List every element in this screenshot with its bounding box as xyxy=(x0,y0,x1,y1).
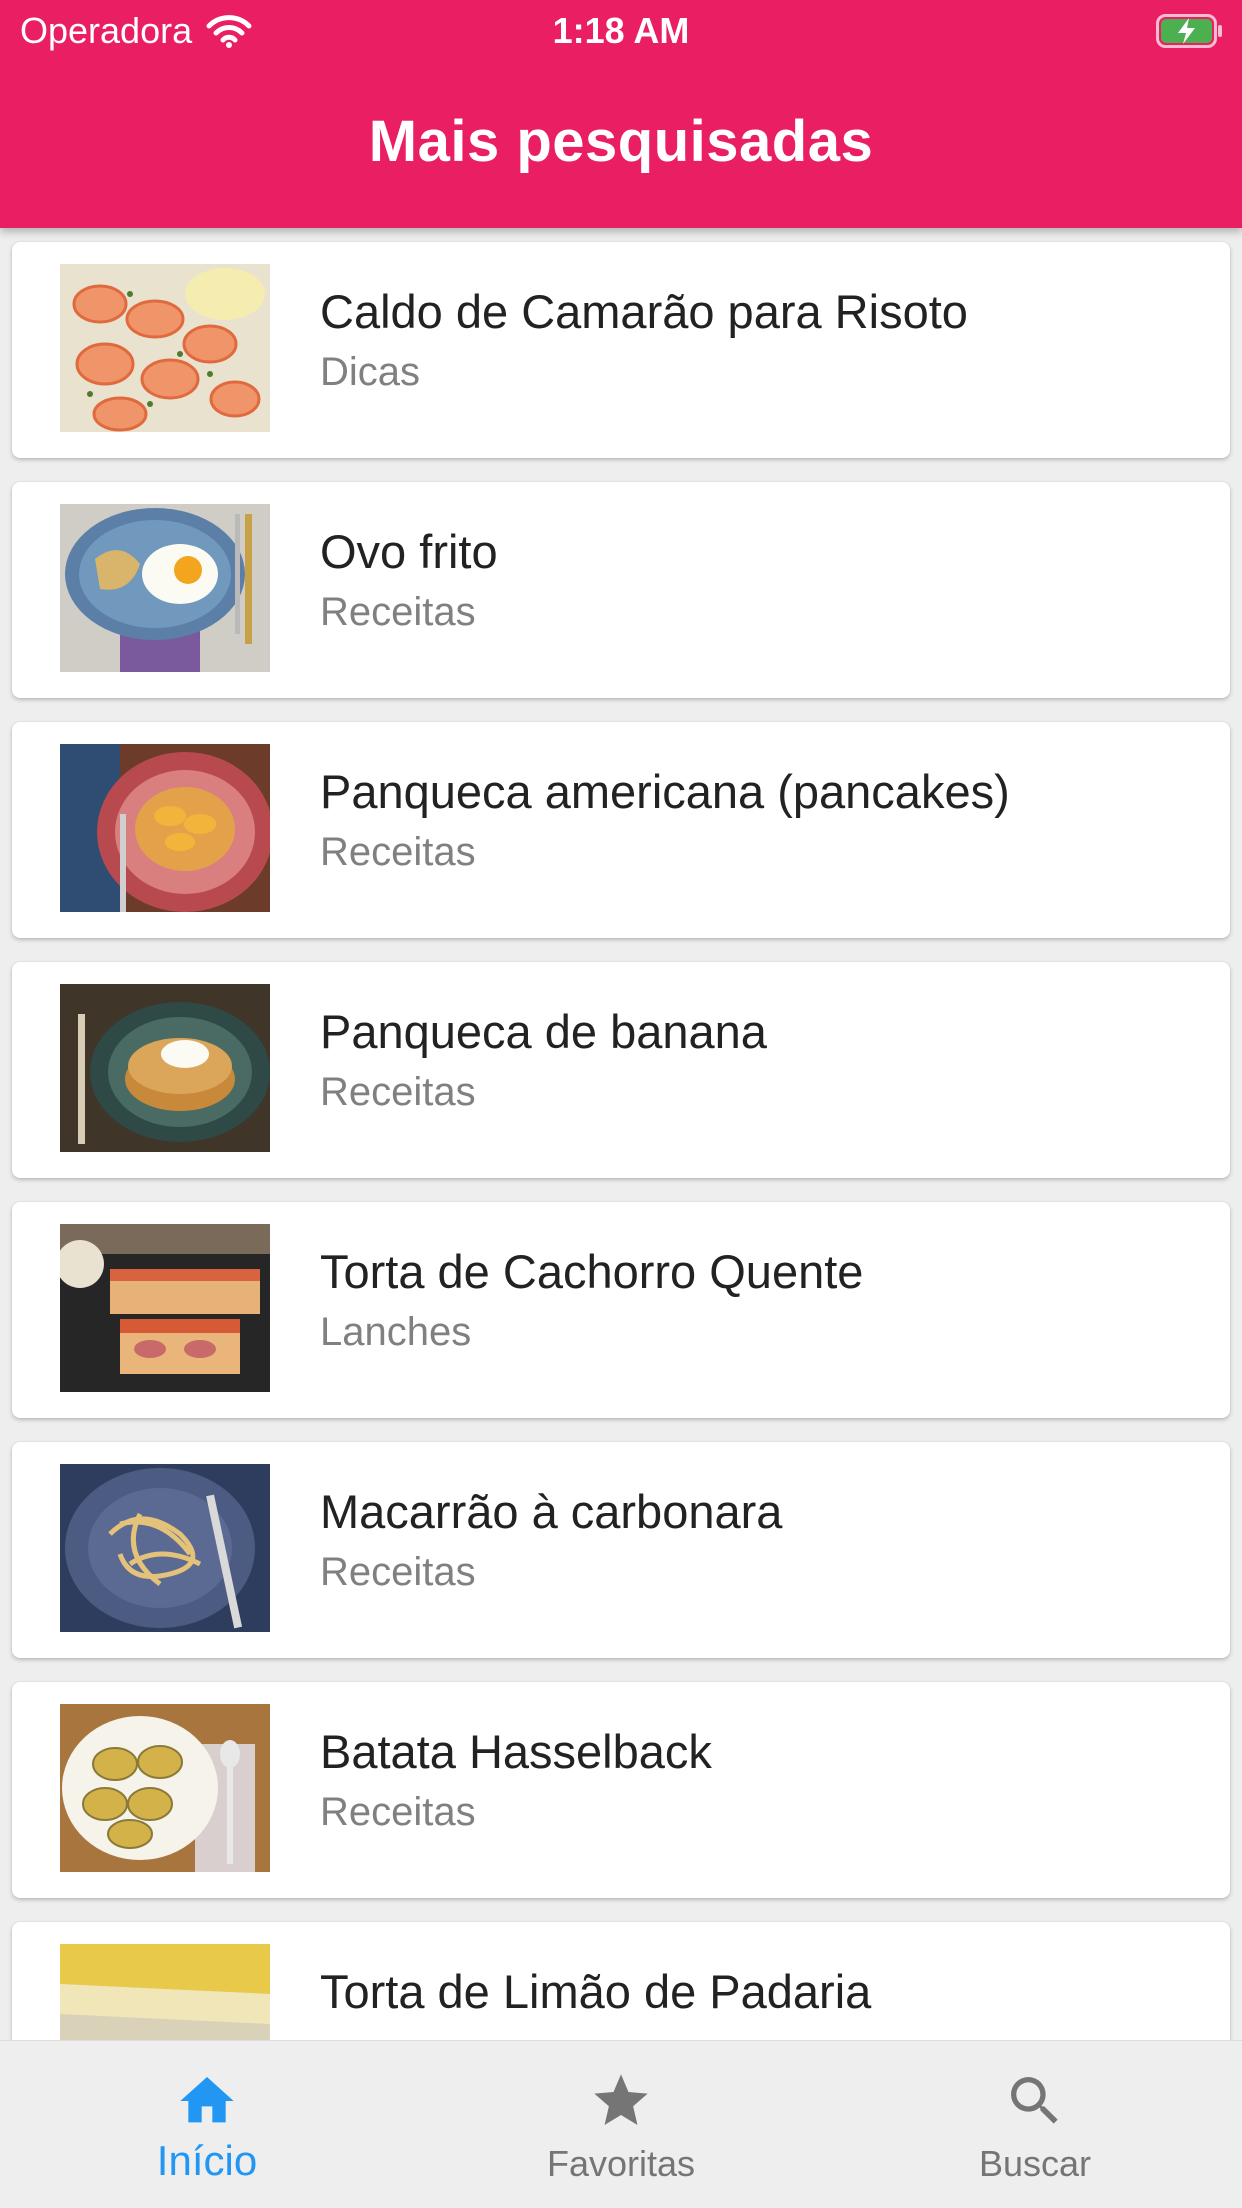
recipe-title: Torta de Cachorro Quente xyxy=(320,1245,864,1298)
recipe-title: Torta de Limão de Padaria xyxy=(320,1965,872,2018)
nav-label-buscar: Buscar xyxy=(978,2143,1092,2184)
recipe-title: Panqueca de banana xyxy=(320,1005,767,1058)
status-time: 1:18 AM xyxy=(552,10,690,51)
recipe-category: Dicas xyxy=(320,350,421,394)
star-icon xyxy=(594,2074,648,2125)
recipe-card[interactable]: Batata Hasselback Receitas xyxy=(12,1682,1230,1898)
recipe-category: Receitas xyxy=(320,830,476,874)
home-icon xyxy=(180,2077,234,2123)
recipe-list: Caldo de Camarão para Risoto Dicas Ovo f… xyxy=(0,228,1242,2040)
search-icon xyxy=(1011,2077,1058,2124)
status-bar: Operadora 1:18 AM xyxy=(0,0,1242,60)
bottom-navigation: Início Favoritas Buscar xyxy=(0,2040,1242,2208)
recipe-title: Ovo frito xyxy=(320,525,498,578)
recipe-title: Batata Hasselback xyxy=(320,1725,712,1778)
battery-icon xyxy=(1156,14,1224,48)
recipe-category: Receitas xyxy=(320,1070,476,1114)
nav-label-inicio: Início xyxy=(156,2137,258,2184)
nav-item-inicio[interactable]: Início xyxy=(0,2041,414,2208)
recipe-thumbnail-lemon-pie xyxy=(60,1944,270,2040)
recipe-thumbnail-fried-egg xyxy=(60,504,270,672)
recipe-thumbnail-banana-pancake xyxy=(60,984,270,1152)
recipe-card[interactable]: Caldo de Camarão para Risoto Dicas xyxy=(12,242,1230,458)
recipe-card[interactable]: Ovo frito Receitas xyxy=(12,482,1230,698)
app-header: Operadora 1:18 AM Mais pesquisadas xyxy=(0,0,1242,228)
recipe-title: Panqueca americana (pancakes) xyxy=(320,765,1010,818)
recipe-category: Receitas xyxy=(320,1550,476,1594)
nav-label-favoritas: Favoritas xyxy=(546,2143,696,2184)
recipe-thumbnail-pancakes xyxy=(60,744,270,912)
recipe-card[interactable]: Panqueca americana (pancakes) Receitas xyxy=(12,722,1230,938)
nav-item-favoritas[interactable]: Favoritas xyxy=(414,2041,828,2208)
recipe-list-container[interactable]: Caldo de Camarão para Risoto Dicas Ovo f… xyxy=(0,228,1242,2040)
recipe-thumbnail-hotdog-pie xyxy=(60,1224,270,1392)
recipe-thumbnail-carbonara xyxy=(60,1464,270,1632)
page-title: Mais pesquisadas xyxy=(368,109,874,174)
recipe-card[interactable]: Panqueca de banana Receitas xyxy=(12,962,1230,1178)
recipe-title: Caldo de Camarão para Risoto xyxy=(320,285,968,338)
recipe-card[interactable]: Torta de Cachorro Quente Lanches xyxy=(12,1202,1230,1418)
recipe-thumbnail-shrimp xyxy=(60,264,270,432)
recipe-category: Receitas xyxy=(320,590,476,634)
recipe-category: Receitas xyxy=(320,1790,476,1834)
recipe-category: Lanches xyxy=(320,1310,472,1354)
recipe-title: Macarrão à carbonara xyxy=(320,1485,783,1538)
nav-item-buscar[interactable]: Buscar xyxy=(828,2041,1242,2208)
recipe-card[interactable]: Torta de Limão de Padaria xyxy=(12,1922,1230,2040)
recipe-card[interactable]: Macarrão à carbonara Receitas xyxy=(12,1442,1230,1658)
recipe-thumbnail-hasselback-potato xyxy=(60,1704,270,1872)
